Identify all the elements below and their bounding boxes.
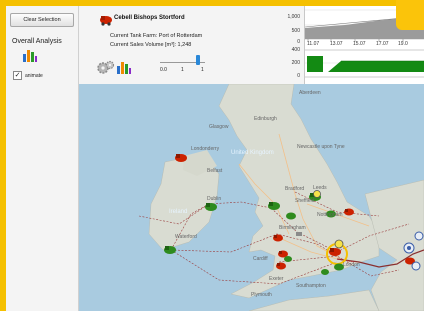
marker-yellow-depot[interactable] — [313, 190, 321, 198]
map-label-plymouth: Plymouth — [251, 292, 272, 298]
map-label-dublin: Dublin — [207, 196, 222, 202]
corner-tab[interactable] — [396, 0, 424, 30]
site-name: Cebell Bishops Stortford — [114, 15, 185, 21]
frame-top-border — [0, 0, 424, 6]
animate-label: animate — [25, 72, 43, 79]
marker-blue-depot[interactable] — [403, 242, 415, 254]
map-label-cardiff: Cardiff — [253, 256, 268, 262]
marker-green-tank[interactable] — [284, 256, 292, 262]
app-window: Clear Selection Overall Analysis ✓ anima… — [0, 0, 424, 311]
chart-y-tick: 500 — [291, 28, 300, 34]
chart-x-tick: 19.0 — [398, 41, 408, 47]
map-label-london: London — [343, 262, 360, 268]
slider-label-max: 1 — [201, 67, 204, 73]
animate-checkbox[interactable]: ✓ — [13, 71, 22, 80]
slider-label-min: 0.0 — [160, 67, 167, 73]
chart-x-tick: 11.07 — [307, 41, 320, 47]
marker-red-tank[interactable] — [329, 248, 341, 256]
overall-analysis-label: Overall Analysis — [12, 38, 62, 45]
sales-volume-text: Current Sales Volume [m³]: 1,248 — [110, 42, 192, 48]
map-label-glasgow: Glasgow — [209, 124, 229, 130]
clear-selection-button[interactable]: Clear Selection — [10, 13, 74, 27]
marker-green-tank[interactable] — [286, 212, 296, 220]
map-label-leeds: Leeds — [313, 185, 327, 191]
bar-chart-icon[interactable] — [116, 61, 132, 79]
chart-x-tick: 17.07 — [376, 41, 389, 47]
frame-left-border — [0, 0, 6, 311]
map-label-waterford: Waterford — [175, 234, 197, 240]
map-label-sheffield: Sheffield — [295, 198, 315, 204]
lower-area-series — [307, 56, 424, 72]
marker-green-tank[interactable] — [205, 203, 217, 211]
chart-y-tick: 400 — [291, 47, 300, 53]
map-label-newcastle: Newcastle upon Tyne — [297, 144, 345, 150]
map-label-ireland: Ireland — [169, 209, 188, 215]
chart-x-tick: 15.07 — [353, 41, 366, 47]
map-label-southampton: Southampton — [296, 283, 326, 289]
slider-label-mid: 1 — [181, 67, 184, 73]
marker-red-tank[interactable] — [175, 154, 187, 162]
marker-red-tank[interactable] — [273, 234, 283, 242]
map-view[interactable]: Glasgow Edinburgh United Kingdom Ireland… — [79, 84, 424, 311]
map-label-edinburgh: Edinburgh — [254, 116, 277, 122]
marker-green-tank[interactable] — [164, 246, 176, 254]
marker-green-tank[interactable] — [268, 202, 280, 210]
map-label-aberdeen: Aberdeen — [299, 90, 321, 96]
map-canvas[interactable] — [79, 84, 424, 311]
map-label-londonderry: Londonderry — [191, 146, 220, 152]
marker-green-tank[interactable] — [321, 269, 329, 275]
time-slider-handle[interactable] — [196, 55, 200, 65]
map-label-belfast: Belfast — [207, 168, 223, 174]
map-label-nottingham: Nottingham — [317, 212, 343, 218]
chart-y-tick: 1,000 — [287, 14, 300, 20]
overall-analysis-chart-icon[interactable] — [22, 48, 38, 67]
marker-blue-depot[interactable] — [411, 261, 421, 271]
chart-y-tick: 200 — [291, 60, 300, 66]
animate-toggle[interactable]: ✓ animate — [13, 71, 43, 80]
left-sidebar — [6, 6, 79, 311]
map-label-bradford: Bradford — [285, 186, 305, 192]
map-label-united-kingdom: United Kingdom — [231, 150, 274, 156]
chart-x-tick: 13.07 — [330, 41, 343, 47]
marker-gray-depot[interactable] — [296, 232, 302, 236]
gears-icon[interactable] — [97, 60, 115, 79]
map-label-birmingham: Birmingham — [279, 225, 306, 231]
marker-red-tank[interactable] — [344, 208, 354, 216]
marker-blue-depot[interactable] — [414, 231, 424, 241]
tank-farm-text: Current Tank Farm: Port of Rotterdam — [110, 33, 203, 39]
marker-red-tank[interactable] — [276, 262, 286, 270]
chart-y-tick: 0 — [297, 73, 300, 79]
marker-yellow-depot[interactable] — [334, 239, 344, 249]
map-label-exeter: Exeter — [269, 276, 284, 282]
chart-y-tick: 0 — [297, 39, 300, 45]
tank-truck-icon — [99, 13, 113, 31]
